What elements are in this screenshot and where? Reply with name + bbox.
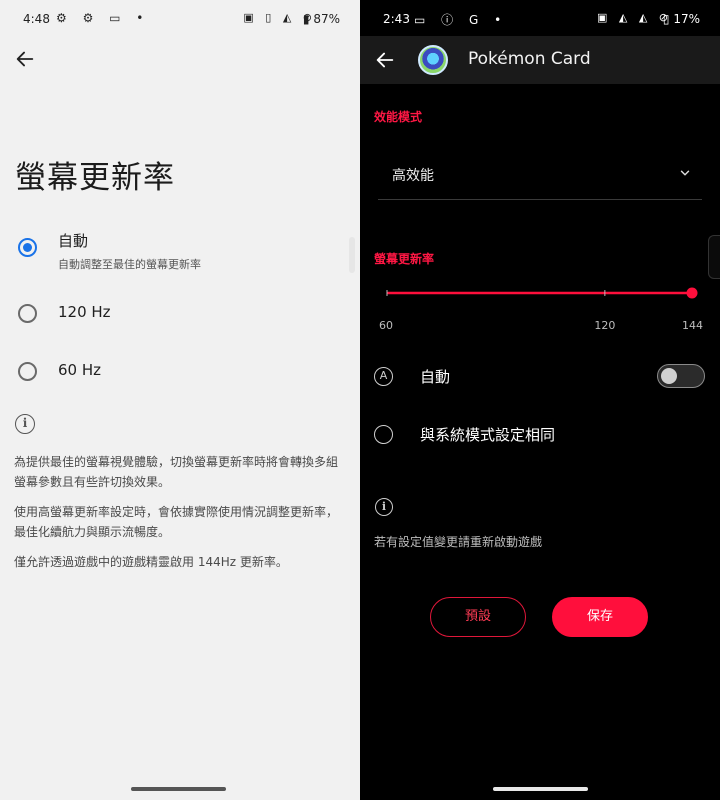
chevron-down-icon [680, 170, 690, 176]
performance-mode-label: 效能模式 [374, 110, 423, 124]
status-bar: 4:48 ⚙ ⚙ ▭ • ▣ ▯ ◭ ⊘ ▮ 87% [0, 0, 360, 40]
back-arrow-icon[interactable] [374, 49, 396, 71]
performance-mode-value: 高效能 [392, 168, 434, 184]
app-bar: Pokémon Card [360, 36, 720, 84]
same-as-system-radio[interactable] [374, 425, 393, 444]
app-title: Pokémon Card [468, 49, 591, 69]
radio-auto[interactable] [18, 238, 37, 257]
option-auto-label: 自動 [58, 232, 89, 250]
gesture-navigation-bar[interactable] [131, 787, 226, 791]
system-refresh-rate-screen: 4:48 ⚙ ⚙ ▭ • ▣ ▯ ◭ ⊘ ▮ 87% 螢幕更新率 自動 自動調整… [0, 0, 360, 800]
status-notification-icons: ⚙ ⚙ ▭ • [56, 11, 150, 25]
option-auto[interactable]: 自動 自動調整至最佳的螢幕更新率 [0, 228, 360, 274]
game-genie-settings-screen: 2:43 ▭ ⓘ G • ▣ ◭ ◭ ⊘ ▯ 17% Pokémon Card … [360, 0, 720, 800]
page-title: 螢幕更新率 [15, 160, 175, 196]
save-button[interactable]: 保存 [552, 597, 648, 637]
info-paragraph-3: 僅允許透過遊戲中的遊戲精靈啟用 144Hz 更新率。 [14, 555, 288, 569]
restart-note: 若有設定值變更請重新啟動遊戲 [374, 535, 543, 549]
edge-handle[interactable] [349, 237, 355, 273]
option-60hz-label: 60 Hz [58, 361, 102, 379]
gesture-navigation-bar[interactable] [493, 787, 588, 791]
status-time: 4:48 [23, 12, 50, 26]
edge-handle[interactable] [708, 235, 720, 279]
slider-tick-label-60: 60 [379, 319, 393, 332]
status-bar: 2:43 ▭ ⓘ G • ▣ ◭ ◭ ⊘ ▯ 17% [360, 0, 720, 40]
refresh-rate-slider[interactable]: 60 120 144 [360, 280, 720, 340]
slider-tick-label-144: 144 [682, 319, 703, 332]
option-120hz-label: 120 Hz [58, 303, 111, 321]
status-time: 2:43 [383, 12, 410, 26]
option-auto-sublabel: 自動調整至最佳的螢幕更新率 [58, 258, 201, 271]
back-arrow-icon[interactable] [14, 48, 36, 70]
slider-tick-label-120: 120 [594, 319, 615, 332]
info-paragraph-2: 使用高螢幕更新率設定時，會依據實際使用情況調整更新率，最佳化續航力與顯示流暢度。 [14, 505, 339, 539]
same-as-system-option[interactable]: 與系統模式設定相同 [360, 418, 720, 450]
info-paragraph-1: 為提供最佳的螢幕視覺體驗，切換螢幕更新率時將會轉換多組螢幕參數且有些許切換效果。 [14, 455, 339, 489]
refresh-rate-label: 螢幕更新率 [374, 252, 435, 266]
auto-toggle-switch[interactable] [657, 364, 705, 388]
info-icon: i [375, 498, 393, 516]
auto-mode-icon: A [374, 367, 393, 386]
option-60hz[interactable]: 60 Hz [0, 358, 360, 384]
option-120hz[interactable]: 120 Hz [0, 300, 360, 326]
battery-indicator: ▯ 17% [662, 12, 700, 26]
auto-label: 自動 [420, 368, 451, 386]
radio-60hz[interactable] [18, 362, 37, 381]
same-as-system-label: 與系統模式設定相同 [420, 426, 556, 444]
status-system-icons: ▣ ◭ ◭ ⊘ [596, 11, 672, 24]
radio-120hz[interactable] [18, 304, 37, 323]
status-notification-icons: ▭ ⓘ G • [414, 13, 508, 27]
auto-row: A 自動 [360, 358, 720, 394]
slider-thumb[interactable] [686, 287, 698, 299]
performance-mode-dropdown[interactable]: 高效能 [378, 150, 702, 200]
default-button[interactable]: 預設 [430, 597, 526, 637]
battery-indicator: ▮ 87% [302, 12, 340, 26]
info-icon: i [15, 414, 35, 434]
app-icon [418, 45, 448, 75]
